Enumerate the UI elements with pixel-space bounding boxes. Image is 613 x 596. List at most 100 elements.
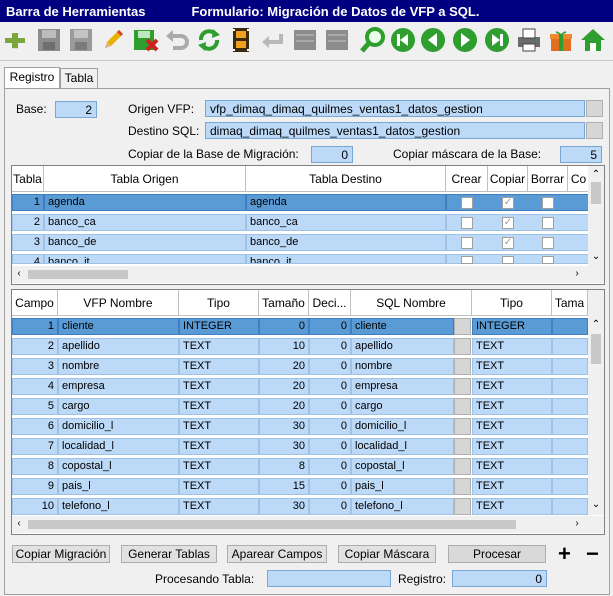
field-row-tipo[interactable]: TEXT (179, 438, 259, 455)
field-row-sql-tipo[interactable]: TEXT (472, 338, 552, 355)
field-row-sql-tipo[interactable]: TEXT (472, 378, 552, 395)
field-row-tamano[interactable]: 20 (259, 378, 309, 395)
copiar-checkbox[interactable]: ✓ (502, 237, 514, 249)
field-row-vfp-nombre[interactable]: domicilio_l (58, 418, 179, 435)
tables-horizontal-scrollbar[interactable]: ‹ › (12, 266, 604, 283)
field-row-sql-nombre[interactable]: nombre (351, 358, 454, 375)
col-header-copiar[interactable]: Copiar (488, 166, 528, 192)
next-icon[interactable] (450, 25, 480, 55)
field-row-sql-tipo[interactable]: TEXT (472, 398, 552, 415)
crear-checkbox[interactable] (461, 256, 473, 264)
table-row-destino[interactable]: banco_de (246, 234, 446, 251)
sql-nombre-lookup-button[interactable] (454, 438, 471, 455)
field-row-sql-nombre[interactable]: localidad_l (351, 438, 454, 455)
scroll-up-icon[interactable]: ⌃ (589, 318, 603, 332)
scroll-down-icon[interactable]: ⌄ (589, 250, 603, 264)
copiar-mascara-button[interactable]: Copiar Máscara (338, 545, 436, 563)
aparear-campos-button[interactable]: Aparear Campos (227, 545, 327, 563)
save-icon[interactable] (34, 25, 64, 55)
back-icon[interactable] (258, 25, 288, 55)
scroll-right-icon[interactable]: › (570, 517, 584, 531)
field-row-tipo[interactable]: TEXT (179, 338, 259, 355)
field-row-sql-nombre[interactable]: cliente (351, 318, 454, 335)
field-row-tamano[interactable]: 30 (259, 498, 309, 515)
col-header-sql-nombre[interactable]: SQL Nombre (351, 290, 472, 316)
copiar-checkbox[interactable]: ✓ (502, 197, 514, 209)
crear-checkbox[interactable] (461, 217, 473, 229)
field-row-sql-nombre[interactable]: telefono_l (351, 498, 454, 515)
field-row-tipo[interactable]: TEXT (179, 378, 259, 395)
field-row-decimales[interactable]: 0 (309, 318, 351, 335)
field-row-tamano[interactable]: 20 (259, 398, 309, 415)
col-header-sql-tipo[interactable]: Tipo (472, 290, 552, 316)
field-row-sql-tipo[interactable]: TEXT (472, 458, 552, 475)
generar-tablas-button[interactable]: Generar Tablas (121, 545, 217, 563)
field-row-decimales[interactable]: 0 (309, 378, 351, 395)
base-field[interactable]: 2 (55, 101, 97, 118)
field-row-vfp-nombre[interactable]: pais_l (58, 478, 179, 495)
table-row-n[interactable]: 2 (12, 214, 44, 231)
field-row-vfp-nombre[interactable]: empresa (58, 378, 179, 395)
field-row-campo[interactable]: 10 (12, 498, 58, 515)
field-row-decimales[interactable]: 0 (309, 398, 351, 415)
field-row-tamano[interactable]: 30 (259, 418, 309, 435)
field-row-campo[interactable]: 7 (12, 438, 58, 455)
table-row-origen[interactable]: banco_de (44, 234, 246, 251)
field-row-sql-nombre[interactable]: domicilio_l (351, 418, 454, 435)
scroll-right-icon[interactable]: › (570, 267, 584, 281)
home-icon[interactable] (578, 25, 608, 55)
table-row-origen[interactable]: agenda (44, 194, 246, 211)
destino-sql-lookup-button[interactable] (586, 122, 603, 139)
field-row-decimales[interactable]: 0 (309, 458, 351, 475)
fields-horizontal-scrollbar[interactable]: ‹ › (12, 516, 604, 533)
table-row-destino[interactable]: agenda (246, 194, 446, 211)
field-row-campo[interactable]: 8 (12, 458, 58, 475)
field-row-sql-nombre[interactable]: apellido (351, 338, 454, 355)
table-row-n[interactable]: 3 (12, 234, 44, 251)
col-header-crear[interactable]: Crear (446, 166, 488, 192)
film-icon[interactable] (226, 25, 256, 55)
field-row-vfp-nombre[interactable]: apellido (58, 338, 179, 355)
tab-registro[interactable]: Registro (4, 67, 60, 89)
borrar-checkbox[interactable] (542, 217, 554, 229)
scroll-down-icon[interactable]: ⌄ (589, 498, 603, 512)
field-row-tamano[interactable]: 0 (259, 318, 309, 335)
copiar-checkbox[interactable] (502, 256, 514, 264)
field-row-sql-tamano[interactable] (552, 418, 588, 435)
field-row-sql-nombre[interactable]: pais_l (351, 478, 454, 495)
sql-nombre-lookup-button[interactable] (454, 378, 471, 395)
refresh-icon[interactable] (194, 25, 224, 55)
field-row-sql-tamano[interactable] (552, 478, 588, 495)
copiar-migracion-button[interactable]: Copiar Migración (12, 545, 110, 563)
field-row-sql-tamano[interactable] (552, 318, 588, 335)
sql-nombre-lookup-button[interactable] (454, 418, 471, 435)
field-row-vfp-nombre[interactable]: localidad_l (58, 438, 179, 455)
save-disabled-icon[interactable] (66, 25, 96, 55)
scroll-thumb[interactable] (591, 182, 601, 204)
origen-vfp-lookup-button[interactable] (586, 100, 603, 117)
field-row-campo[interactable]: 6 (12, 418, 58, 435)
field-row-tipo[interactable]: INTEGER (179, 318, 259, 335)
field-row-decimales[interactable]: 0 (309, 438, 351, 455)
scroll-up-icon[interactable]: ⌃ (589, 168, 603, 182)
col-header-sql-tamano[interactable]: Tama (552, 290, 588, 316)
field-row-sql-tipo[interactable]: INTEGER (472, 318, 552, 335)
field-row-vfp-nombre[interactable]: telefono_l (58, 498, 179, 515)
scroll-left-icon[interactable]: ‹ (12, 517, 26, 531)
field-row-campo[interactable]: 5 (12, 398, 58, 415)
col-header-tamano[interactable]: Tamaño (259, 290, 309, 316)
col-header-vfp-nombre[interactable]: VFP Nombre (58, 290, 179, 316)
table-row-origen[interactable]: banco_it (44, 254, 246, 264)
field-row-sql-tamano[interactable] (552, 338, 588, 355)
field-row-tamano[interactable]: 10 (259, 338, 309, 355)
field-row-sql-tipo[interactable]: TEXT (472, 438, 552, 455)
field-row-tipo[interactable]: TEXT (179, 498, 259, 515)
col-header-campo[interactable]: Campo (12, 290, 58, 316)
disabled-icon2[interactable] (322, 25, 352, 55)
field-row-campo[interactable]: 2 (12, 338, 58, 355)
field-row-sql-tipo[interactable]: TEXT (472, 418, 552, 435)
field-row-decimales[interactable]: 0 (309, 478, 351, 495)
field-row-sql-tamano[interactable] (552, 498, 588, 515)
field-row-tamano[interactable]: 15 (259, 478, 309, 495)
tab-tabla[interactable]: Tabla (60, 68, 98, 88)
